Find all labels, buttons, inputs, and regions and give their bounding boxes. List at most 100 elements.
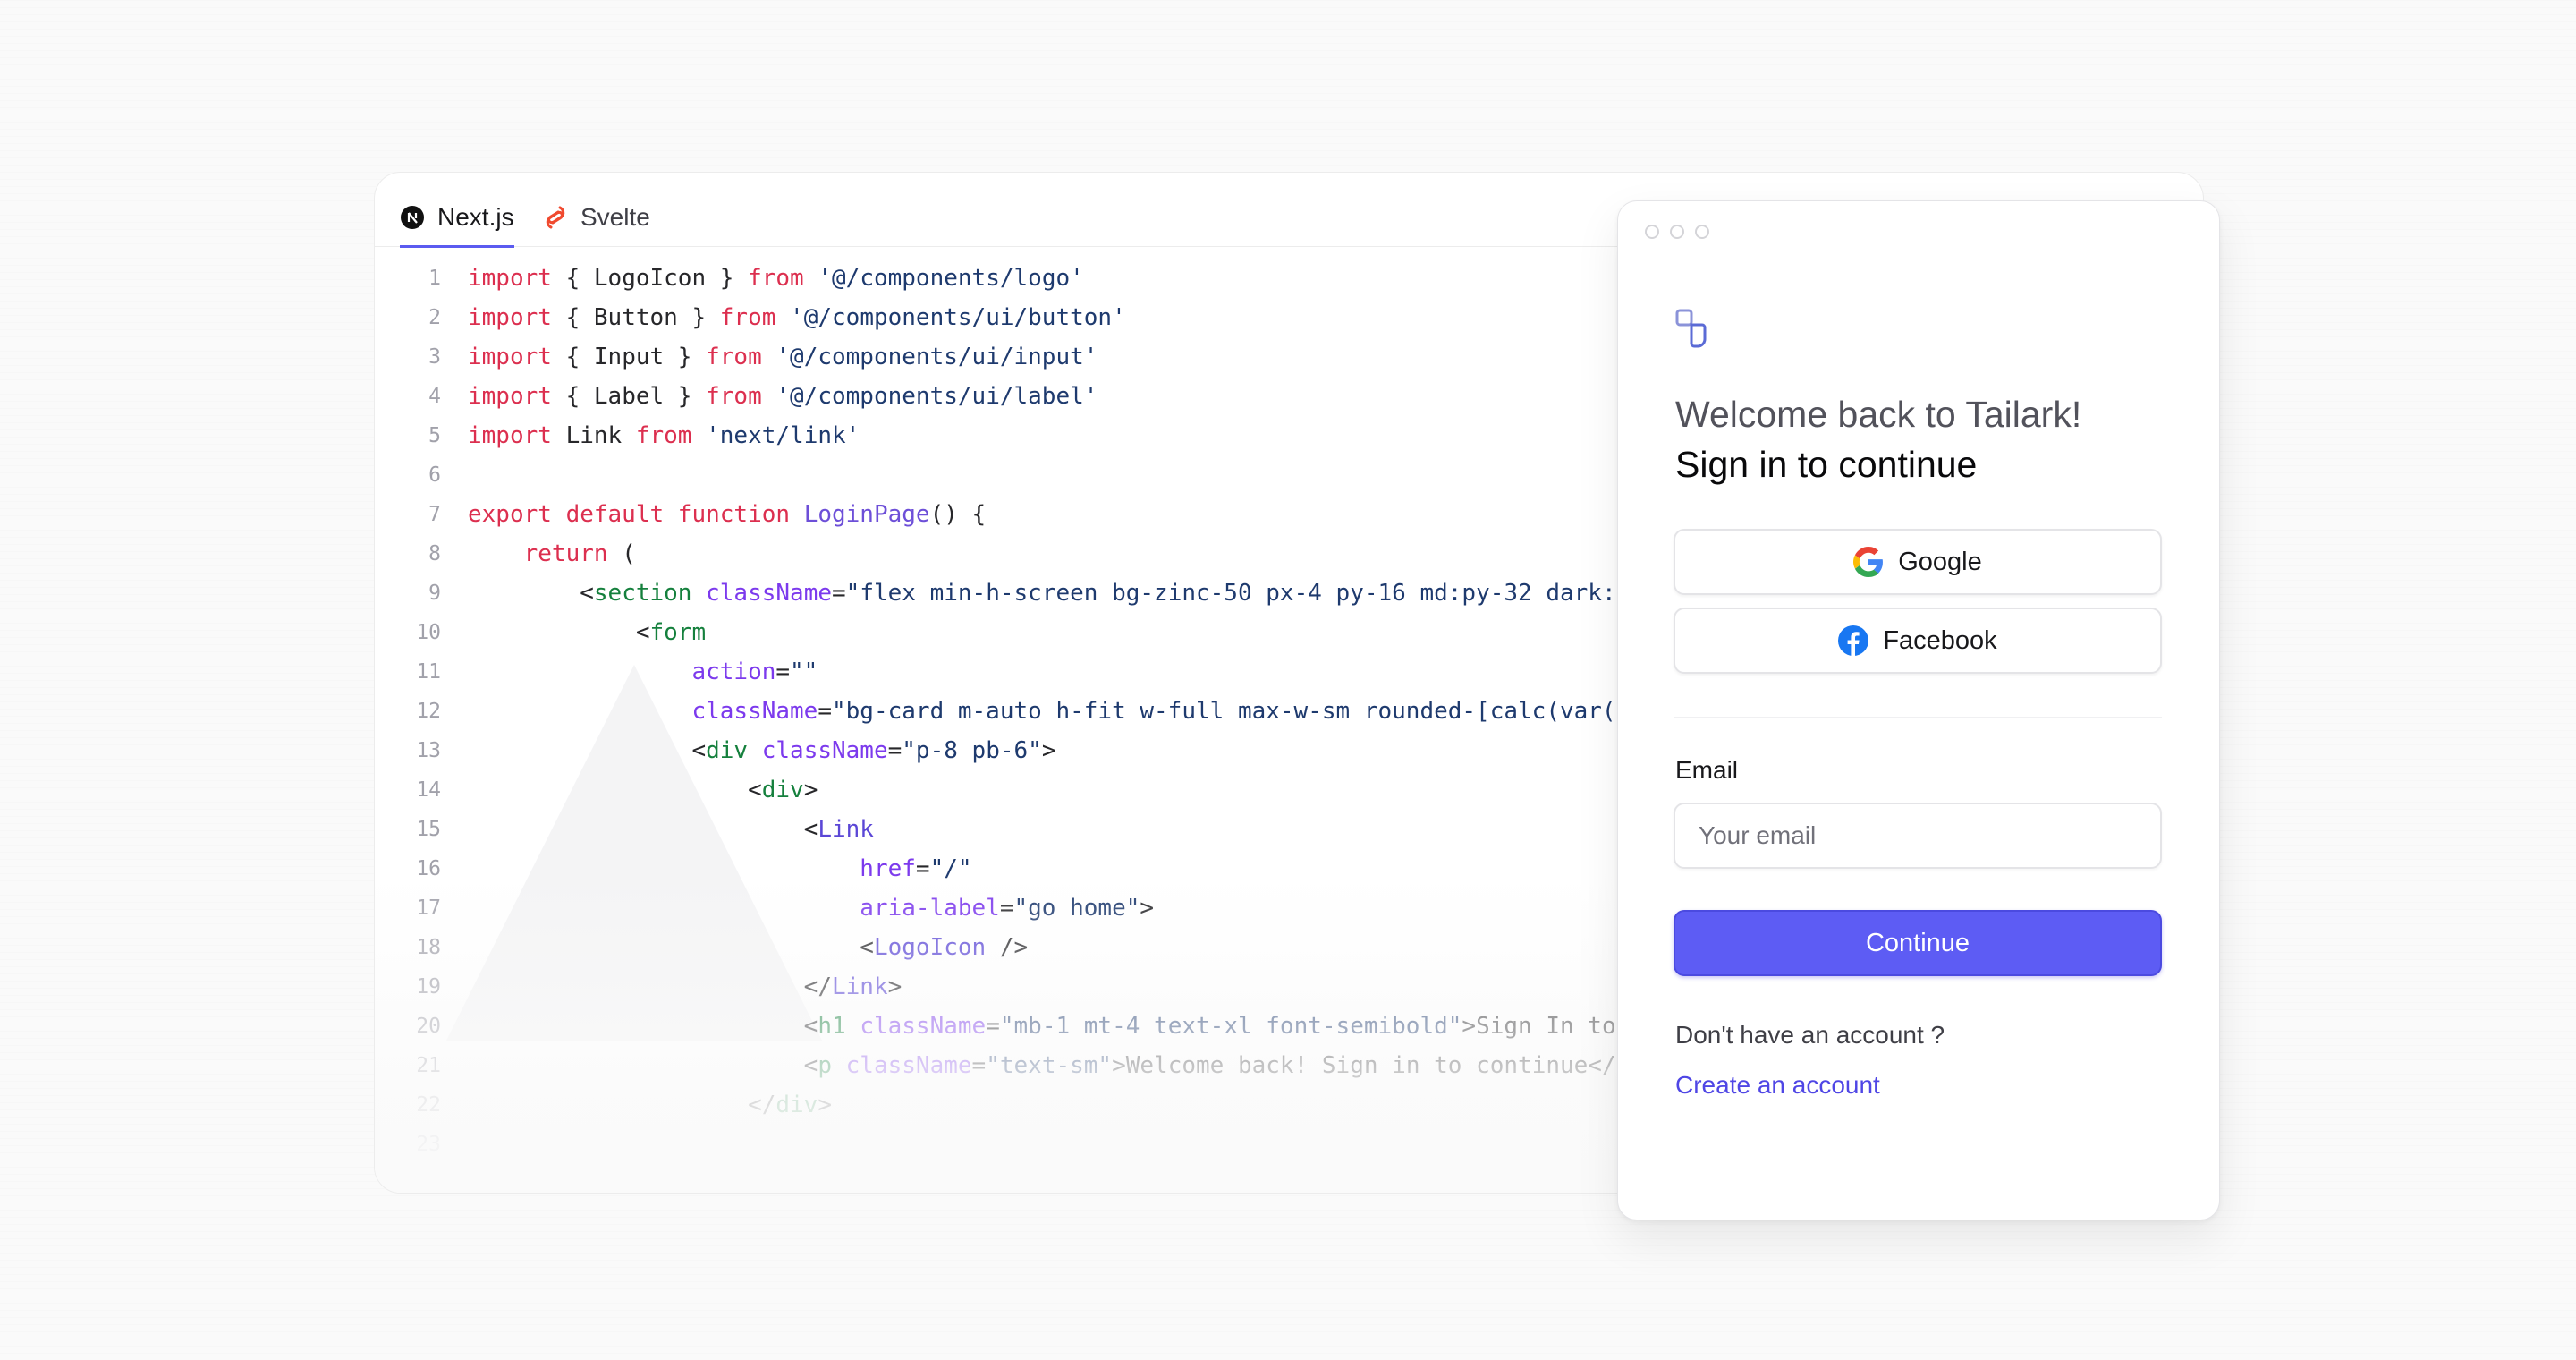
line-number: 6 (428, 463, 441, 487)
code-token: action (691, 659, 776, 685)
code-text: <div className="p-8 pb-6"> (468, 731, 1055, 770)
code-text: import { Button } from '@/components/ui/… (468, 298, 1126, 337)
code-text: </div> (468, 1085, 832, 1125)
code-token: < (468, 619, 650, 646)
code-token: '@/components/ui/button' (790, 304, 1126, 331)
line-number: 14 (416, 778, 441, 802)
tailark-logo-icon[interactable] (1674, 307, 1709, 350)
line-number: 9 (428, 582, 441, 605)
create-account-link[interactable]: Create an account (1675, 1071, 1880, 1100)
welcome-subtitle: Sign in to continue (1675, 444, 1978, 485)
code-token: 'next/link' (706, 422, 860, 449)
code-text: import Link from 'next/link' (468, 416, 860, 455)
welcome-title: Welcome back to Tailark! (1675, 394, 2082, 435)
code-token: href (860, 855, 916, 882)
code-token: className (845, 1052, 972, 1079)
email-field[interactable] (1674, 803, 2162, 869)
code-token: < (468, 934, 874, 961)
code-token: from (706, 383, 762, 410)
code-token: > (887, 973, 902, 1000)
code-token: div (706, 737, 749, 764)
line-number: 3 (428, 345, 441, 369)
email-label: Email (1675, 756, 1739, 784)
line-number: 1 (428, 267, 441, 290)
line-number: 22 (416, 1093, 441, 1117)
code-token: LogoIcon (873, 934, 987, 961)
code-token: > (1140, 895, 1155, 922)
svelte-icon (543, 205, 568, 230)
line-number: 8 (428, 542, 441, 565)
line-number: 20 (416, 1015, 441, 1038)
code-token: > (1041, 737, 1056, 764)
google-button[interactable]: Google (1674, 529, 2162, 595)
code-token: "go home" (1013, 895, 1140, 922)
code-text: <div> (468, 770, 818, 810)
google-icon (1853, 547, 1884, 577)
line-number: 12 (416, 700, 441, 723)
code-token: form (649, 619, 707, 646)
code-token: "bg-card m-auto h-fit w-full max-w-sm ro… (832, 698, 1616, 725)
divider (1674, 717, 2162, 718)
login-heading: Welcome back to Tailark! Sign in to cont… (1675, 389, 2176, 489)
code-token: '@/components/ui/input' (775, 344, 1098, 370)
code-text: href="/" (468, 849, 971, 888)
window-dot[interactable] (1645, 225, 1659, 239)
login-window: Welcome back to Tailark! Sign in to cont… (1617, 200, 2220, 1220)
code-text: <p className="text-sm">Welcome back! Sig… (468, 1046, 1616, 1085)
code-text: import { Label } from '@/components/ui/l… (468, 377, 1097, 416)
nextjs-icon (400, 205, 425, 230)
code-token: '@/components/ui/label' (775, 383, 1098, 410)
code-text: import { Input } from '@/components/ui/i… (468, 337, 1097, 377)
window-dot[interactable] (1695, 225, 1709, 239)
code-token: className (860, 1013, 987, 1040)
line-number: 21 (416, 1054, 441, 1077)
code-token: "mb-1 mt-4 text-xl font-semibold" (999, 1013, 1462, 1040)
facebook-button[interactable]: Facebook (1674, 608, 2162, 674)
code-token: "flex min-h-screen bg-zinc-50 px-4 py-16… (845, 580, 1616, 607)
window-dot[interactable] (1670, 225, 1684, 239)
code-token: = (986, 1013, 1000, 1040)
tab-nextjs[interactable]: Next.js (400, 191, 514, 248)
code-token: = (775, 659, 791, 685)
code-token: className (706, 580, 833, 607)
code-token: = (887, 737, 902, 764)
continue-button[interactable]: Continue (1674, 910, 2162, 976)
line-number: 19 (416, 975, 441, 999)
code-token: "p-8 pb-6" (902, 737, 1042, 764)
code-text: export default function LoginPage() { (468, 495, 986, 534)
code-token: from (748, 265, 804, 292)
code-token: </ (468, 973, 832, 1000)
code-token: "text-sm" (986, 1052, 1113, 1079)
line-number: 16 (416, 857, 441, 880)
code-text: <h1 className="mb-1 mt-4 text-xl font-se… (468, 1007, 1616, 1046)
code-text: <Link (468, 810, 874, 849)
line-number: 7 (428, 503, 441, 526)
code-token: > (818, 1092, 832, 1118)
window-controls (1645, 225, 1709, 239)
line-number: 13 (416, 739, 441, 762)
code-token: Link (818, 816, 874, 843)
code-token: className (761, 737, 888, 764)
code-token: from (635, 422, 692, 449)
code-token: import (468, 265, 552, 292)
code-token: '@/components/logo' (818, 265, 1084, 292)
code-token: = (971, 1052, 987, 1079)
code-token: { LogoIcon } (551, 265, 749, 292)
code-token: = (999, 895, 1014, 922)
tab-svelte[interactable]: Svelte (543, 191, 650, 244)
code-text: return ( (468, 534, 636, 574)
code-token: return (523, 540, 608, 567)
google-label: Google (1898, 547, 1982, 576)
code-token: < (468, 1013, 818, 1040)
code-token: className (691, 698, 818, 725)
code-token: > (803, 777, 818, 803)
